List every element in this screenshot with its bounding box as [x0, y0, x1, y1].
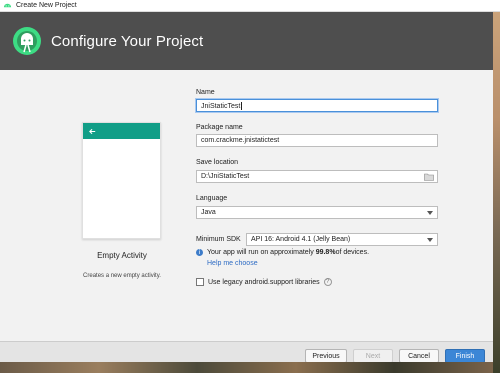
template-preview	[82, 122, 161, 239]
language-select[interactable]: Java	[196, 206, 438, 219]
sdk-value: API 16: Android 4.1 (Jelly Bean)	[251, 236, 351, 243]
wizard-header: Configure Your Project	[0, 12, 493, 70]
package-label: Package name	[196, 124, 243, 131]
help-me-choose-link[interactable]: Help me choose	[207, 260, 258, 267]
cancel-button[interactable]: Cancel	[399, 349, 439, 363]
language-label: Language	[196, 195, 228, 202]
sdk-info-suffix: of devices.	[335, 249, 370, 256]
template-description: Creates a new empty activity.	[83, 273, 161, 279]
chevron-down-icon	[427, 211, 433, 215]
legacy-support-checkbox[interactable]	[196, 278, 204, 286]
sdk-info-prefix: Your app will run on approximately	[207, 249, 314, 256]
sdk-label: Minimum SDK	[196, 236, 241, 243]
location-label: Save location	[196, 159, 239, 166]
question-icon[interactable]: ?	[323, 278, 332, 286]
window-title: Create New Project	[16, 2, 77, 9]
wizard-content: Empty Activity Creates a new empty activ…	[0, 70, 493, 341]
sdk-info: i Your app will run on approximately 99.…	[196, 249, 369, 256]
back-arrow-icon	[89, 128, 96, 134]
package-input[interactable]: com.crackme.jnistatictest	[196, 134, 438, 147]
window-titlebar: Create New Project	[0, 0, 500, 12]
template-name: Empty Activity	[97, 251, 147, 260]
sdk-select[interactable]: API 16: Android 4.1 (Jelly Bean)	[246, 233, 438, 246]
sdk-info-percent: 99.8%	[315, 249, 336, 256]
android-studio-icon	[3, 3, 12, 8]
language-value: Java	[201, 209, 216, 216]
legacy-support-option[interactable]: Use legacy android.support libraries ?	[196, 278, 332, 286]
name-value: JniStaticTest	[201, 102, 241, 110]
desktop-background-bottom	[0, 362, 493, 373]
location-value: D:\JniStaticTest	[201, 173, 250, 180]
previous-button[interactable]: Previous	[305, 349, 347, 363]
text-caret	[241, 102, 243, 110]
finish-button[interactable]: Finish	[445, 349, 485, 363]
info-icon: i	[196, 249, 203, 256]
chevron-down-icon	[427, 238, 433, 242]
name-label: Name	[196, 89, 215, 96]
page-title: Configure Your Project	[51, 32, 204, 50]
preview-appbar	[83, 123, 160, 139]
package-value: com.crackme.jnistatictest	[201, 137, 280, 144]
legacy-support-label: Use legacy android.support libraries	[208, 278, 320, 286]
folder-icon[interactable]	[424, 173, 434, 181]
name-input[interactable]: JniStaticTest	[196, 99, 438, 112]
android-studio-logo	[13, 27, 41, 55]
next-button[interactable]: Next	[353, 349, 393, 363]
location-input[interactable]: D:\JniStaticTest	[196, 170, 438, 183]
desktop-background	[493, 12, 500, 373]
